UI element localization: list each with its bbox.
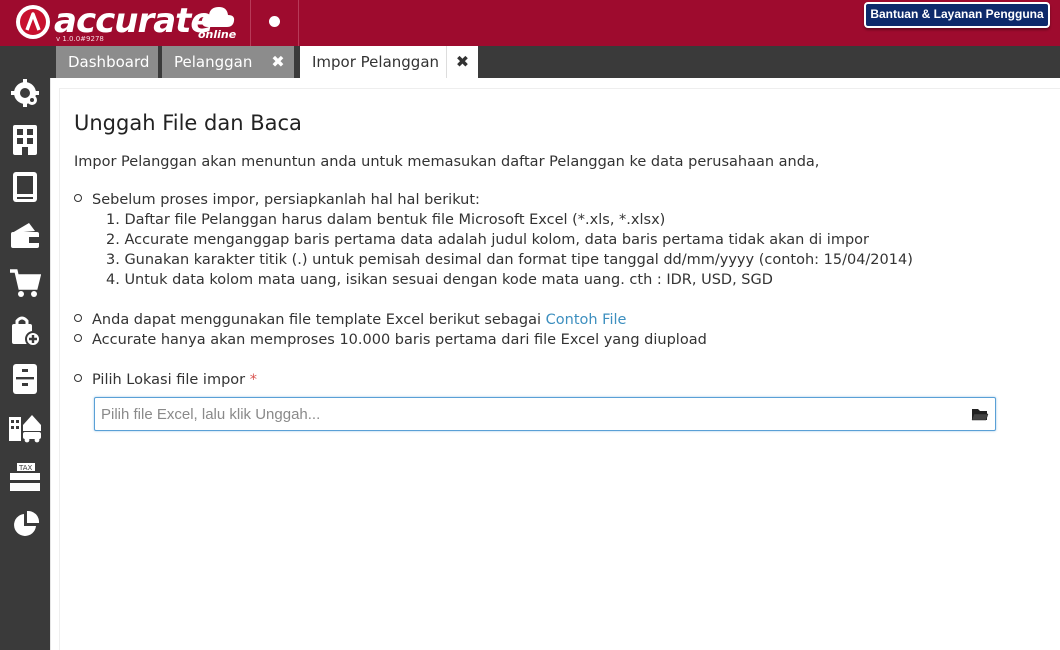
tax-icon[interactable]: TAX	[8, 460, 42, 494]
file-location-bullet: Pilih Lokasi file impor *	[74, 372, 257, 388]
logo-mark-icon	[16, 5, 50, 39]
prep-item-3: 3. Gunakan karakter titik (.) untuk pemi…	[106, 252, 913, 268]
tab-pelanggan-close-icon[interactable]: ✖	[262, 46, 294, 78]
file-location-label: Pilih Lokasi file impor	[92, 372, 246, 388]
settings-icon[interactable]	[8, 76, 42, 110]
status-dot-icon[interactable]	[269, 16, 280, 27]
fixed-asset-icon[interactable]	[8, 410, 42, 444]
bullet-circle-icon	[74, 194, 82, 202]
intro-text: Impor Pelanggan akan menuntun anda untuk…	[74, 154, 820, 170]
tab-dashboard[interactable]: Dashboard	[56, 46, 158, 78]
sidebar: TAX	[0, 46, 50, 650]
prep-heading: Sebelum proses impor, persiapkanlah hal …	[92, 192, 480, 208]
prep-item-4: 4. Untuk data kolom mata uang, isikan se…	[106, 272, 773, 288]
template-text: Anda dapat menggunakan file template Exc…	[92, 312, 542, 328]
purchase-bag-icon[interactable]	[8, 314, 42, 348]
logo-subtitle: online	[198, 28, 237, 41]
main-panel: Unggah File dan Baca Impor Pelanggan aka…	[50, 78, 1060, 650]
prep-item-1: 1. Daftar file Pelanggan harus dalam ben…	[106, 212, 666, 228]
report-chart-icon[interactable]	[8, 508, 42, 542]
cash-bank-icon[interactable]	[8, 218, 42, 252]
prep-bullet: Sebelum proses impor, persiapkanlah hal …	[74, 192, 480, 208]
app-version: v 1.0.0#9278	[56, 35, 104, 43]
top-bar: accurate online v 1.0.0#9278 Bantuan & L…	[0, 0, 1060, 46]
topbar-divider	[250, 0, 251, 46]
bullet-circle-icon	[74, 314, 82, 322]
inventory-icon[interactable]	[8, 362, 42, 396]
bullet-circle-icon	[74, 334, 82, 342]
sample-file-link[interactable]: Contoh File	[546, 312, 627, 328]
tab-bar: Dashboard Pelanggan ✖ Impor Pelanggan ✖	[50, 46, 1060, 78]
tab-pelanggan[interactable]: Pelanggan	[162, 46, 262, 78]
bullet-circle-icon	[74, 374, 82, 382]
page-title: Unggah File dan Baca	[74, 111, 302, 135]
cloud-icon	[201, 7, 235, 27]
accurate-logo[interactable]: accurate online v 1.0.0#9278	[14, 1, 254, 45]
limit-text: Accurate hanya akan memproses 10.000 bar…	[92, 332, 707, 348]
help-support-button[interactable]: Bantuan & Layanan Pengguna	[864, 2, 1050, 28]
tab-impor-pelanggan[interactable]: Impor Pelanggan	[300, 46, 446, 78]
tab-impor-pelanggan-close-icon[interactable]: ✖	[446, 46, 478, 78]
prep-item-2: 2. Accurate menganggap baris pertama dat…	[106, 232, 869, 248]
file-picker[interactable]	[94, 397, 996, 431]
ledger-icon[interactable]	[8, 170, 42, 204]
company-icon[interactable]	[8, 123, 42, 157]
limit-bullet: Accurate hanya akan memproses 10.000 bar…	[74, 332, 707, 348]
svg-text:TAX: TAX	[18, 464, 33, 472]
file-path-input[interactable]	[101, 402, 961, 426]
template-bullet: Anda dapat menggunakan file template Exc…	[74, 312, 626, 328]
import-content: Unggah File dan Baca Impor Pelanggan aka…	[59, 88, 1060, 650]
sales-cart-icon[interactable]	[8, 266, 42, 300]
required-mark: *	[249, 372, 257, 388]
folder-open-icon[interactable]	[971, 406, 989, 422]
topbar-divider	[298, 0, 299, 46]
